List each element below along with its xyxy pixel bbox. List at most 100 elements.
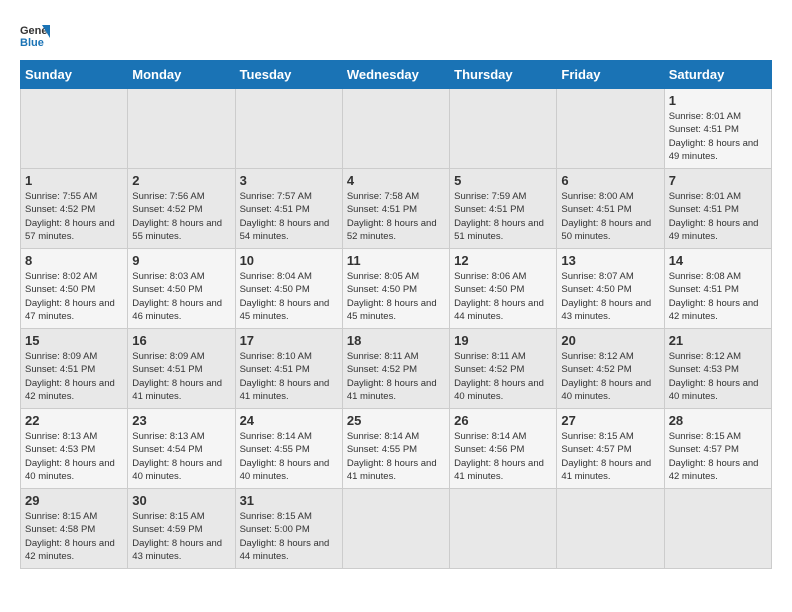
cell-content: Sunrise: 8:12 AMSunset: 4:52 PMDaylight:… bbox=[561, 350, 659, 403]
calendar-cell: 21 Sunrise: 8:12 AMSunset: 4:53 PMDayligh… bbox=[664, 329, 771, 409]
week-row-6: 29 Sunrise: 8:15 AMSunset: 4:58 PMDayligh… bbox=[21, 489, 772, 569]
week-row-5: 22 Sunrise: 8:13 AMSunset: 4:53 PMDayligh… bbox=[21, 409, 772, 489]
calendar-cell: 3 Sunrise: 7:57 AMSunset: 4:51 PMDaylight… bbox=[235, 169, 342, 249]
day-number: 21 bbox=[669, 333, 767, 348]
calendar-cell: 1 Sunrise: 7:55 AMSunset: 4:52 PMDaylight… bbox=[21, 169, 128, 249]
day-number: 8 bbox=[25, 253, 123, 268]
day-number: 23 bbox=[132, 413, 230, 428]
calendar-cell bbox=[450, 89, 557, 169]
cell-content: Sunrise: 8:09 AMSunset: 4:51 PMDaylight:… bbox=[25, 350, 123, 403]
cell-content: Sunrise: 8:09 AMSunset: 4:51 PMDaylight:… bbox=[132, 350, 230, 403]
calendar-cell: 29 Sunrise: 8:15 AMSunset: 4:58 PMDayligh… bbox=[21, 489, 128, 569]
calendar-cell: 5Sunrise: 7:59 AMSunset: 4:51 PMDaylight… bbox=[450, 169, 557, 249]
day-number: 9 bbox=[132, 253, 230, 268]
header-day-tuesday: Tuesday bbox=[235, 61, 342, 89]
calendar-cell: 28Sunrise: 8:15 AMSunset: 4:57 PMDayligh… bbox=[664, 409, 771, 489]
calendar-cell: 12Sunrise: 8:06 AMSunset: 4:50 PMDayligh… bbox=[450, 249, 557, 329]
cell-content: Sunrise: 8:08 AMSunset: 4:51 PMDaylight:… bbox=[669, 270, 767, 323]
week-row-3: 8 Sunrise: 8:02 AMSunset: 4:50 PMDaylight… bbox=[21, 249, 772, 329]
day-number: 18 bbox=[347, 333, 445, 348]
day-number: 14 bbox=[669, 253, 767, 268]
cell-content: Sunrise: 8:10 AMSunset: 4:51 PMDaylight:… bbox=[240, 350, 338, 403]
calendar-cell: 25 Sunrise: 8:14 AMSunset: 4:55 PMDayligh… bbox=[342, 409, 449, 489]
cell-content: Sunrise: 8:06 AMSunset: 4:50 PMDaylight:… bbox=[454, 270, 552, 323]
cell-content: Sunrise: 8:15 AMSunset: 5:00 PMDaylight:… bbox=[240, 510, 338, 563]
header-day-saturday: Saturday bbox=[664, 61, 771, 89]
calendar-cell bbox=[128, 89, 235, 169]
day-number: 29 bbox=[25, 493, 123, 508]
calendar-cell: 16Sunrise: 8:09 AMSunset: 4:51 PMDayligh… bbox=[128, 329, 235, 409]
calendar-cell: 8 Sunrise: 8:02 AMSunset: 4:50 PMDaylight… bbox=[21, 249, 128, 329]
calendar-cell: 23Sunrise: 8:13 AMSunset: 4:54 PMDayligh… bbox=[128, 409, 235, 489]
calendar-cell bbox=[342, 489, 449, 569]
calendar-cell: 20 Sunrise: 8:12 AMSunset: 4:52 PMDayligh… bbox=[557, 329, 664, 409]
week-row-4: 15 Sunrise: 8:09 AMSunset: 4:51 PMDayligh… bbox=[21, 329, 772, 409]
week-row-2: 1 Sunrise: 7:55 AMSunset: 4:52 PMDaylight… bbox=[21, 169, 772, 249]
calendar-cell: 6Sunrise: 8:00 AMSunset: 4:51 PMDaylight… bbox=[557, 169, 664, 249]
calendar-cell: 27Sunrise: 8:15 AMSunset: 4:57 PMDayligh… bbox=[557, 409, 664, 489]
day-number: 19 bbox=[454, 333, 552, 348]
cell-content: Sunrise: 8:14 AMSunset: 4:55 PMDaylight:… bbox=[347, 430, 445, 483]
cell-content: Sunrise: 7:57 AMSunset: 4:51 PMDaylight:… bbox=[240, 190, 338, 243]
header-row: SundayMondayTuesdayWednesdayThursdayFrid… bbox=[21, 61, 772, 89]
calendar-cell: 24Sunrise: 8:14 AMSunset: 4:55 PMDayligh… bbox=[235, 409, 342, 489]
day-number: 20 bbox=[561, 333, 659, 348]
day-number: 4 bbox=[347, 173, 445, 188]
calendar-cell: 19 Sunrise: 8:11 AMSunset: 4:52 PMDayligh… bbox=[450, 329, 557, 409]
cell-content: Sunrise: 8:00 AMSunset: 4:51 PMDaylight:… bbox=[561, 190, 659, 243]
logo: General Blue bbox=[20, 20, 50, 50]
day-number: 5 bbox=[454, 173, 552, 188]
day-number: 22 bbox=[25, 413, 123, 428]
day-number: 31 bbox=[240, 493, 338, 508]
calendar-cell: 17Sunrise: 8:10 AMSunset: 4:51 PMDayligh… bbox=[235, 329, 342, 409]
cell-content: Sunrise: 8:13 AMSunset: 4:53 PMDaylight:… bbox=[25, 430, 123, 483]
header-day-friday: Friday bbox=[557, 61, 664, 89]
day-number: 1 bbox=[25, 173, 123, 188]
calendar-cell bbox=[557, 489, 664, 569]
cell-content: Sunrise: 8:11 AMSunset: 4:52 PMDaylight:… bbox=[454, 350, 552, 403]
header-day-monday: Monday bbox=[128, 61, 235, 89]
calendar-cell: 2Sunrise: 7:56 AMSunset: 4:52 PMDaylight… bbox=[128, 169, 235, 249]
calendar-table: SundayMondayTuesdayWednesdayThursdayFrid… bbox=[20, 60, 772, 569]
day-number: 10 bbox=[240, 253, 338, 268]
cell-content: Sunrise: 7:56 AMSunset: 4:52 PMDaylight:… bbox=[132, 190, 230, 243]
calendar-cell: 14 Sunrise: 8:08 AMSunset: 4:51 PMDayligh… bbox=[664, 249, 771, 329]
cell-content: Sunrise: 8:15 AMSunset: 4:58 PMDaylight:… bbox=[25, 510, 123, 563]
header-day-wednesday: Wednesday bbox=[342, 61, 449, 89]
calendar-cell: 18 Sunrise: 8:11 AMSunset: 4:52 PMDayligh… bbox=[342, 329, 449, 409]
day-number: 30 bbox=[132, 493, 230, 508]
calendar-cell: 10 Sunrise: 8:04 AMSunset: 4:50 PMDayligh… bbox=[235, 249, 342, 329]
calendar-cell: 30 Sunrise: 8:15 AMSunset: 4:59 PMDayligh… bbox=[128, 489, 235, 569]
calendar-cell bbox=[342, 89, 449, 169]
calendar-cell: 11Sunrise: 8:05 AMSunset: 4:50 PMDayligh… bbox=[342, 249, 449, 329]
day-number: 24 bbox=[240, 413, 338, 428]
calendar-cell: 22 Sunrise: 8:13 AMSunset: 4:53 PMDayligh… bbox=[21, 409, 128, 489]
cell-content: Sunrise: 7:55 AMSunset: 4:52 PMDaylight:… bbox=[25, 190, 123, 243]
day-number: 11 bbox=[347, 253, 445, 268]
calendar-cell: 13 Sunrise: 8:07 AMSunset: 4:50 PMDayligh… bbox=[557, 249, 664, 329]
calendar-cell: 4Sunrise: 7:58 AMSunset: 4:51 PMDaylight… bbox=[342, 169, 449, 249]
cell-content: Sunrise: 8:15 AMSunset: 4:57 PMDaylight:… bbox=[561, 430, 659, 483]
day-number: 15 bbox=[25, 333, 123, 348]
day-number: 1 bbox=[669, 93, 767, 108]
calendar-cell: 31 Sunrise: 8:15 AMSunset: 5:00 PMDayligh… bbox=[235, 489, 342, 569]
cell-content: Sunrise: 8:01 AMSunset: 4:51 PMDaylight:… bbox=[669, 110, 767, 163]
calendar-cell bbox=[557, 89, 664, 169]
cell-content: Sunrise: 8:15 AMSunset: 4:59 PMDaylight:… bbox=[132, 510, 230, 563]
day-number: 7 bbox=[669, 173, 767, 188]
calendar-cell: 9Sunrise: 8:03 AMSunset: 4:50 PMDaylight… bbox=[128, 249, 235, 329]
logo-icon: General Blue bbox=[20, 20, 50, 50]
svg-text:Blue: Blue bbox=[20, 37, 44, 49]
page-header: General Blue bbox=[20, 20, 772, 50]
day-number: 13 bbox=[561, 253, 659, 268]
cell-content: Sunrise: 8:07 AMSunset: 4:50 PMDaylight:… bbox=[561, 270, 659, 323]
cell-content: Sunrise: 8:12 AMSunset: 4:53 PMDaylight:… bbox=[669, 350, 767, 403]
cell-content: Sunrise: 8:11 AMSunset: 4:52 PMDaylight:… bbox=[347, 350, 445, 403]
day-number: 25 bbox=[347, 413, 445, 428]
day-number: 26 bbox=[454, 413, 552, 428]
cell-content: Sunrise: 8:02 AMSunset: 4:50 PMDaylight:… bbox=[25, 270, 123, 323]
day-number: 3 bbox=[240, 173, 338, 188]
calendar-cell: 7Sunrise: 8:01 AMSunset: 4:51 PMDaylight… bbox=[664, 169, 771, 249]
cell-content: Sunrise: 8:15 AMSunset: 4:57 PMDaylight:… bbox=[669, 430, 767, 483]
cell-content: Sunrise: 8:04 AMSunset: 4:50 PMDaylight:… bbox=[240, 270, 338, 323]
